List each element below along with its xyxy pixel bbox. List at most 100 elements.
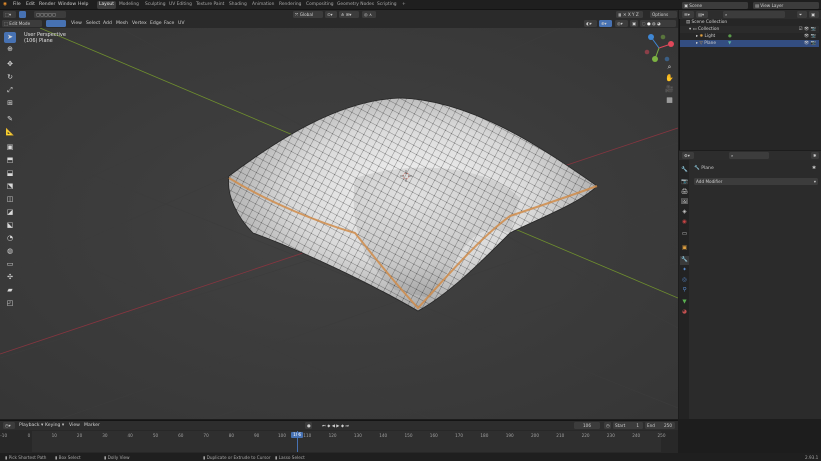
scale-tool-icon[interactable]: ⤢ (4, 85, 16, 96)
menu-select[interactable]: Select (86, 21, 100, 26)
poly-build-tool-icon[interactable]: ⬕ (4, 220, 16, 231)
material-properties-icon[interactable]: ◕ (680, 308, 689, 317)
mesh-symmetry-icons[interactable]: ✕ X Y Z (621, 11, 643, 18)
knife-tool-icon[interactable]: ◪ (4, 207, 16, 218)
menu-mesh[interactable]: Mesh (116, 21, 128, 26)
properties-search-input[interactable]: ⌕ (729, 152, 769, 159)
tab-animation[interactable]: Animation (250, 1, 276, 9)
visibility-eye-icon[interactable]: ☑ 👁 📷 (799, 26, 816, 33)
scene-selector[interactable]: ▣ Scene (682, 1, 748, 9)
camera-view-icon[interactable]: 🎥 (664, 84, 675, 95)
constraint-properties-icon[interactable]: ⚲ (680, 286, 689, 295)
view-layer-properties-icon[interactable]: 🖼 (680, 198, 689, 207)
tab-geometry-nodes[interactable]: Geometry Nodes (335, 1, 376, 9)
menu-help[interactable]: Help (78, 2, 88, 7)
tool-properties-icon[interactable]: 🔧 (680, 166, 689, 175)
zoom-icon[interactable]: ⌕ (664, 62, 675, 73)
outliner-item-plane[interactable]: ▸ ▽ Plane ▼ 👁 📷 (680, 40, 819, 47)
playhead-line[interactable] (297, 431, 299, 452)
outliner-editor-icon[interactable]: ☰▾ (682, 11, 694, 18)
edge-slide-tool-icon[interactable]: ▭ (4, 259, 16, 270)
menu-file[interactable]: File (13, 2, 21, 7)
proportional-editing-toggle[interactable]: ◎ ∧ (362, 11, 376, 18)
pin-icon[interactable]: ✱ (812, 165, 816, 173)
viewport-canvas[interactable] (0, 28, 678, 419)
select-mode-icons[interactable]: ▢▢▢▢▢ (34, 11, 66, 18)
inset-tool-icon[interactable]: ⬓ (4, 168, 16, 179)
properties-editor-icon[interactable]: ⚙▾ (682, 152, 694, 159)
blender-logo-icon[interactable]: ◉ (3, 2, 7, 7)
overlays-toggle-icon[interactable]: ◎▾ (615, 20, 628, 27)
measure-tool-icon[interactable]: 📐 (4, 127, 16, 138)
display-mode-icon[interactable]: ▤▾ (696, 11, 708, 18)
new-collection-icon[interactable]: ▣ (809, 11, 819, 18)
rip-region-tool-icon[interactable]: ◰ (4, 298, 16, 309)
tab-sculpting[interactable]: Sculpting (143, 1, 168, 9)
jump-start-icon[interactable]: ⏮ (322, 423, 326, 428)
menu-window[interactable]: Window (58, 2, 76, 7)
prev-keyframe-icon[interactable]: ◆ (327, 423, 330, 428)
record-icon[interactable]: ● (305, 422, 312, 429)
current-frame-field[interactable]: 106 (574, 422, 600, 429)
menu-add[interactable]: Add (103, 21, 112, 26)
bevel-tool-icon[interactable]: ⬔ (4, 181, 16, 192)
timeline-ruler[interactable]: -10 0 10 20 30 40 50 60 70 80 90 100 110 120 130 140 150… (0, 431, 678, 452)
data-properties-icon[interactable]: ▼ (680, 298, 689, 307)
menu-view[interactable]: View (71, 21, 82, 26)
editor-type-icon[interactable]: ⬚▾ (3, 11, 16, 18)
timeline-editor-icon[interactable]: ◷▾ (3, 422, 15, 429)
physics-properties-icon[interactable]: ◎ (680, 276, 689, 285)
transform-orientation-dropdown[interactable]: ⤧ Global (293, 11, 323, 18)
menu-edge[interactable]: Edge (150, 21, 162, 26)
menu-marker[interactable]: Marker (84, 423, 100, 428)
menu-view-timeline[interactable]: View (69, 423, 80, 428)
transform-tool-icon[interactable]: ⊞ (4, 98, 16, 109)
tab-scripting[interactable]: Scripting (375, 1, 399, 9)
shear-tool-icon[interactable]: ▰ (4, 285, 16, 296)
move-tool-icon[interactable]: ✥ (4, 59, 16, 70)
menu-uv[interactable]: UV (178, 21, 185, 26)
mode-selector[interactable]: ⬚ Edit Mode (2, 20, 42, 27)
menu-render[interactable]: Render (39, 2, 55, 7)
rotate-tool-icon[interactable]: ↻ (4, 72, 16, 83)
extrude-tool-icon[interactable]: ⬒ (4, 155, 16, 166)
menu-vertex[interactable]: Vertex (132, 21, 147, 26)
shrink-fatten-tool-icon[interactable]: ✣ (4, 272, 16, 283)
snapping-toggle[interactable]: ⋔ ⊞▾ (339, 11, 359, 18)
view-layer-selector[interactable]: ▤ View Layer (753, 1, 819, 9)
loop-cut-tool-icon[interactable]: ◫ (4, 194, 16, 205)
play-icon[interactable]: ▶ (336, 423, 339, 428)
visibility-eye-icon[interactable]: 👁 📷 (804, 40, 816, 47)
output-properties-icon[interactable]: 🖨 (680, 188, 689, 197)
tab-modeling[interactable]: Modeling (117, 1, 141, 9)
modifier-properties-icon[interactable]: 🔧 (680, 256, 689, 265)
filter-icon[interactable]: ⏷ (797, 11, 807, 18)
add-cube-tool-icon[interactable]: ▣ (4, 142, 16, 153)
jump-end-icon[interactable]: ⏭ (345, 423, 349, 428)
outliner-search-input[interactable]: ⌕ (723, 11, 785, 18)
cursor-tool-icon[interactable]: ⊕ (4, 44, 16, 55)
end-frame-field[interactable]: End 250 (645, 422, 675, 429)
next-keyframe-icon[interactable]: ◆ (341, 423, 344, 428)
object-properties-icon[interactable]: ▣ (680, 244, 689, 253)
spin-tool-icon[interactable]: ◔ (4, 233, 16, 244)
gizmo-toggle-icon[interactable]: ⊕▾ (599, 20, 612, 27)
collection-properties-icon[interactable]: ▭ (680, 230, 689, 239)
viewport-visibility-icon[interactable]: ◐▾ (584, 20, 597, 27)
render-properties-icon[interactable]: 📷 (680, 178, 689, 187)
tab-compositing[interactable]: Compositing (304, 1, 336, 9)
smooth-tool-icon[interactable]: ◍ (4, 246, 16, 257)
visibility-eye-icon[interactable]: 👁 📷 (804, 33, 816, 40)
outliner-item-collection[interactable]: ▾ ▭ Collection ☑ 👁 📷 (680, 26, 819, 33)
start-frame-field[interactable]: Start 1 (613, 422, 643, 429)
menu-edit[interactable]: Edit (26, 2, 35, 7)
select-box-icon[interactable] (19, 11, 26, 18)
tab-shading[interactable]: Shading (227, 1, 249, 9)
add-modifier-dropdown[interactable]: Add Modifier ▾ (694, 178, 818, 185)
preview-range-icon[interactable]: ◷ (604, 422, 611, 429)
select-tool-icon[interactable]: ➤ (4, 32, 16, 43)
menu-keying[interactable]: Keying ▾ (45, 423, 64, 428)
outliner-scene-collection[interactable]: ▤ Scene Collection (680, 19, 819, 26)
menu-face[interactable]: Face (164, 21, 174, 26)
tab-layout[interactable]: Layout (97, 1, 116, 9)
